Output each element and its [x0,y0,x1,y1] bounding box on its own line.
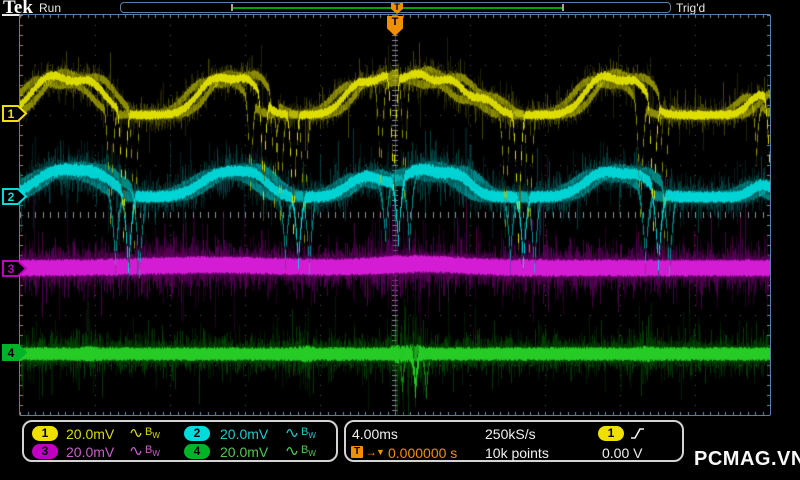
watermark: PCMAG.VN [694,448,800,470]
rising-edge-icon [631,428,644,439]
channel-1-badge: 1 [32,426,58,441]
channel-1-coupling-indicators: BW [130,426,160,440]
svg-text:4: 4 [8,346,15,360]
trigger-source-badge: 1 [598,426,624,441]
record-length: 10k points [485,445,549,461]
channel-4-coupling-indicators: BW [286,444,316,458]
channel-4-ground-marker: 4 [2,344,28,361]
record-trigger-position-icon: T [391,3,403,14]
bandwidth-limit-indicator: BW [145,426,160,441]
sample-rate: 250kS/s [485,426,536,442]
oscilloscope-screen: Tek Run T Trig'd T 1 2 3 4 1 20.0mV BW 2… [0,0,800,480]
record-window-left-bracket [231,4,233,11]
sine-wave-icon [130,429,142,438]
channel-3-coupling-indicators: BW [130,444,160,458]
channel-1-scale: 20.0mV [66,426,115,442]
svg-text:3: 3 [8,262,15,276]
channel-readout-box: 1 20.0mV BW 2 20.0mV BW 3 20.0mV BW 4 20… [22,420,338,462]
record-view-bar: T [120,2,671,14]
bandwidth-limit-indicator: BW [145,444,160,459]
channel-2-ground-marker: 2 [2,188,28,205]
triangle-down-icon: ▼ [376,447,385,457]
svg-text:1: 1 [8,107,15,121]
bandwidth-limit-indicator: BW [301,426,316,441]
channel-4-scale: 20.0mV [220,444,269,460]
trigger-delay-icon: T [351,446,363,458]
sine-wave-icon [286,447,298,456]
channel-2-scale: 20.0mV [220,426,269,442]
trigger-delay-value: 0.000000 s [388,445,458,461]
sine-wave-icon [130,447,142,456]
timebase-trigger-box: 4.00ms 250kS/s 1 T → ▼ 0.000000 s 10k po… [344,420,684,462]
channel-4-badge: 4 [184,444,210,459]
channel-2-coupling-indicators: BW [286,426,316,440]
waveform-display [20,15,770,415]
channel-3-badge: 3 [32,444,58,459]
timebase-scale: 4.00ms [352,426,398,442]
channel-3-scale: 20.0mV [66,444,115,460]
record-window-right-bracket [562,4,564,11]
bandwidth-limit-indicator: BW [301,444,316,459]
channel-3-ground-marker: 3 [2,260,28,277]
trigger-status: Trig'd [676,1,706,15]
trigger-level: 0.00 V [602,445,643,461]
svg-text:2: 2 [8,190,15,204]
acquisition-status: Run [39,1,62,15]
channel-1-ground-marker: 1 [2,105,28,122]
channel-2-badge: 2 [184,426,210,441]
sine-wave-icon [286,429,298,438]
